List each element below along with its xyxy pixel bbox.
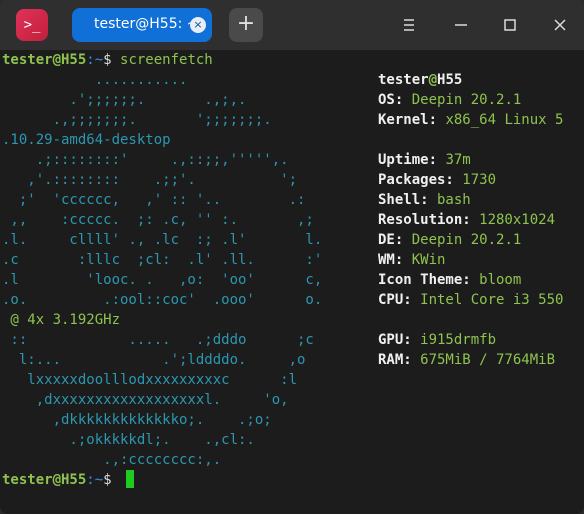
info-gpu: GPU: i915drmfb [378,330,496,350]
info-os-value: Deepin 20.2.1 [403,92,522,108]
close-window-icon[interactable] [549,14,571,36]
ascii-art-line: .c :lllc ;cl: .l' .ll. :' [2,252,323,268]
close-tab-icon[interactable]: × [190,17,206,33]
info-icon-theme: Icon Theme: bloom [378,270,521,290]
info-uptime-value: 37m [437,152,471,168]
cpu-wrap-line: @ 4x 3.192GHz [2,312,121,328]
maximize-icon[interactable] [499,14,521,36]
prompt-user: tester@H55 [2,52,87,68]
ascii-art-line: ,'.:::::::: .;;'. '; [2,172,298,188]
info-host: tester@H55 [378,70,462,90]
info-kernel-value: x86_64 Linux 5 [437,112,564,128]
prompt-path: :~ [86,52,104,68]
info-de-key: DE: [378,232,404,248]
ascii-art-line: .l 'looc. . ,o: 'oo' c, [2,272,323,288]
info-packages: Packages: 1730 [378,170,496,190]
ascii-art-line: .o. .:ool::coc' .ooo' o. [2,292,323,308]
ascii-art-line: :: ..... .;dddo ;c [2,332,314,348]
prompt-line-final: tester@H55:~$ [2,470,112,490]
info-de: DE: Deepin 20.2.1 [378,230,521,250]
ascii-art-line: lxxxxxdoolllodxxxxxxxxxc :l [2,372,298,388]
info-cpu-value: Intel Core i3 550 [411,292,564,308]
ascii-art-line: ,, :ccccc. ;: .c, '' :. ,; [2,212,314,228]
ascii-art-line: .;okkkkkdl;. .,cl:. [2,432,255,448]
info-wm-key: WM: [378,252,404,268]
info-host-at: @ [428,72,438,88]
info-packages-value: 1730 [453,172,497,188]
kernel-wrap-line: .10.29-amd64-desktop [2,132,171,148]
prompt-user: tester@H55 [2,472,87,488]
prompt-symbol: $ [103,472,112,488]
prompt-symbol: $ [103,52,112,68]
prompt-command: screenfetch [111,52,213,68]
new-tab-button[interactable]: + [229,8,263,42]
ascii-art-line: l:... .';lddddo. ,o [2,352,306,368]
title-bar: >_ tester@H55: ~ × + [0,0,584,50]
ascii-art-line: .,:cccccccc:,. [2,452,222,468]
info-uptime: Uptime: 37m [378,150,471,170]
info-cpu-key: CPU: [378,292,412,308]
info-resolution-value: 1280x1024 [470,212,556,228]
info-resolution: Resolution: 1280x1024 [378,210,555,230]
info-wm: WM: KWin [378,250,445,270]
minimize-icon[interactable] [450,14,472,36]
info-kernel-key: Kernel: [378,112,438,128]
info-uptime-key: Uptime: [378,152,438,168]
ascii-art-line: .;::::::::' .,::;;,''''',. [2,152,289,168]
info-gpu-key: GPU: [378,332,412,348]
info-resolution-key: Resolution: [378,212,471,228]
info-icon-theme-key: Icon Theme: [378,272,471,288]
ascii-art-line: .';;;;;;. .,;,. [2,92,247,108]
ascii-art-line: .,;;;;;;;. ';;;;;;;. [2,112,272,128]
info-ram-key: RAM: [378,352,412,368]
info-gpu-value: i915drmfb [411,332,497,348]
ascii-art-line: ;' 'cccccc, ,' :: '.. .: [2,192,306,208]
info-cpu: CPU: Intel Core i3 550 [378,290,563,310]
info-kernel: Kernel: x86_64 Linux 5 [378,110,563,130]
info-shell-key: Shell: [378,192,429,208]
info-wm-value: KWin [403,252,446,268]
info-os-key: OS: [378,92,404,108]
ascii-art-line: ,dkkkkkkkkkkkkko;. .;o; [2,412,272,428]
tab-label: tester@H55: ~ [94,16,199,32]
menu-icon[interactable] [398,14,420,36]
terminal-window: >_ tester@H55: ~ × + tester@H55:~$ scree… [0,0,584,514]
terminal-output[interactable]: tester@H55:~$ screenfetch ........... .'… [0,50,584,514]
text-cursor [126,470,134,488]
ascii-art-line: ........... [2,72,188,88]
info-shell: Shell: bash [378,190,471,210]
terminal-app-icon[interactable]: >_ [16,9,48,41]
info-packages-key: Packages: [378,172,454,188]
info-os: OS: Deepin 20.2.1 [378,90,521,110]
info-ram: RAM: 675MiB / 7764MiB [378,350,555,370]
info-shell-value: bash [428,192,471,208]
info-host-user: tester [378,72,429,88]
info-de-value: Deepin 20.2.1 [403,232,522,248]
tab-terminal[interactable]: tester@H55: ~ × [72,8,212,42]
ascii-art-line: ,dxxxxxxxxxxxxxxxxxxl. 'o, [2,392,289,408]
prompt-line: tester@H55:~$ screenfetch [2,50,213,70]
prompt-path: :~ [86,472,104,488]
info-ram-value: 675MiB / 7764MiB [411,352,556,368]
ascii-art-line: .l. cllll' ., .lc :; .l' l. [2,232,323,248]
info-host-name: H55 [437,72,463,88]
info-icon-theme-value: bloom [470,272,522,288]
